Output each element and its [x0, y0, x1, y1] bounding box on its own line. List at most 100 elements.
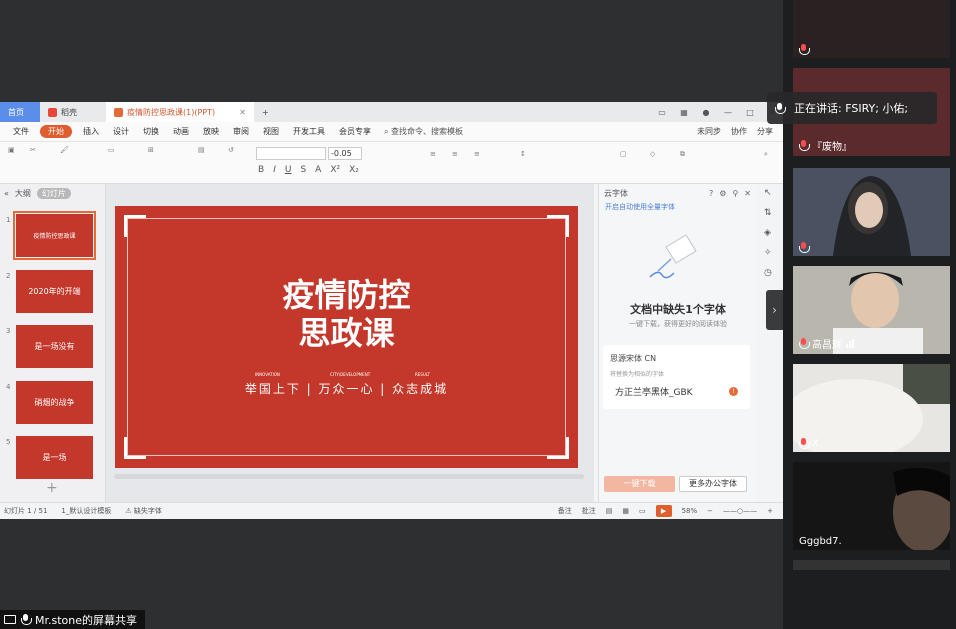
slide-canvas[interactable]: 疫情防控 思政课 INNOVATION CITY/DEVELOPMENT RES… — [106, 184, 594, 502]
reset-icon[interactable]: ↺ — [228, 146, 234, 154]
bold-icon[interactable]: B — [258, 165, 264, 175]
participant-name: Gggbd7. — [799, 536, 842, 547]
menu-transition[interactable]: 切换 — [136, 126, 166, 137]
minimize-icon[interactable]: — — [717, 102, 739, 122]
participant-tile[interactable] — [793, 0, 950, 58]
add-slide-icon[interactable]: + — [46, 480, 58, 496]
slide-thumbnail[interactable]: 是一场没有 — [16, 325, 93, 368]
align-right-icon[interactable]: ≡ — [474, 150, 480, 158]
menu-file[interactable]: 文件 — [6, 126, 36, 137]
format-painter-icon[interactable]: 🖌 — [60, 146, 69, 154]
tab-outline[interactable]: 大纲 — [15, 188, 31, 199]
play-button[interactable]: ▶ — [655, 505, 672, 517]
menu-insert[interactable]: 插入 — [76, 126, 106, 137]
missing-font-status[interactable]: ⚠ 缺失字体 — [125, 506, 162, 516]
adjust-icon[interactable]: ⇅ — [764, 208, 772, 218]
comment-button[interactable]: 批注 — [582, 506, 596, 516]
shape-icon[interactable]: ◇ — [650, 150, 655, 158]
tab-document[interactable]: 疫情防控思政课(1)(PPT) ✕ — [106, 102, 254, 122]
participant-tile[interactable]: Gggbd7. — [793, 462, 950, 550]
normal-view-icon[interactable]: ▤ — [606, 507, 613, 515]
slide-thumbnail[interactable]: 硝烟的战争 — [16, 381, 93, 424]
slideshow-icon[interactable]: ▭ — [108, 146, 115, 154]
share-button[interactable]: 分享 — [757, 126, 773, 137]
superscript-icon[interactable]: X² — [330, 165, 340, 175]
participant-tile[interactable]: X — [793, 364, 950, 452]
new-slide-icon[interactable]: ⊞ — [148, 146, 154, 154]
screen-share-label: Mr.stone的屏幕共享 — [0, 610, 146, 629]
maximize-icon[interactable]: □ — [739, 102, 761, 122]
menu-start[interactable]: 开始 — [40, 125, 72, 138]
menu-design[interactable]: 设计 — [106, 126, 136, 137]
paste-icon[interactable]: ▣ — [8, 146, 15, 154]
pin-icon[interactable]: ⚲ — [732, 189, 738, 198]
avatar-icon[interactable]: ● — [695, 102, 717, 122]
slide-thumbnail[interactable]: 2020年的开端 — [16, 270, 93, 313]
font-size-input[interactable]: -0.05 — [328, 147, 362, 160]
strike-icon[interactable]: S — [300, 165, 306, 175]
command-search[interactable]: ⌕ 查找命令、搜索模板 — [384, 126, 463, 137]
animation-icon[interactable]: ✧ — [764, 248, 772, 258]
reading-view-icon[interactable]: ▭ — [639, 507, 646, 515]
cut-icon[interactable]: ✂ — [30, 146, 36, 154]
settings-icon[interactable]: ⚙ — [719, 189, 726, 198]
align-left-icon[interactable]: ≡ — [430, 150, 436, 158]
arrange-icon[interactable]: ⧉ — [680, 150, 685, 159]
clock-icon[interactable]: ◷ — [764, 268, 772, 278]
textbox-icon[interactable]: ▢ — [620, 150, 627, 158]
help-icon[interactable]: ? — [709, 189, 713, 198]
slide-title: 疫情防控 思政课 — [115, 276, 578, 352]
zoom-slider[interactable]: ——○—— — [723, 507, 757, 515]
menu-slideshow[interactable]: 放映 — [196, 126, 226, 137]
grid-icon[interactable]: ▦ — [673, 102, 695, 122]
participant-tile[interactable] — [793, 168, 950, 256]
underline-icon[interactable]: U — [285, 165, 292, 175]
find-replace-icon[interactable]: ⌕ — [764, 150, 768, 159]
new-tab-button[interactable]: + — [254, 102, 277, 122]
notes-button[interactable]: 备注 — [558, 506, 572, 516]
tab-label: 首页 — [8, 107, 24, 117]
slide-thumbnail[interactable]: 是一场 — [16, 436, 93, 479]
auto-font-link[interactable]: 开启自动使用全量字体 — [599, 202, 756, 212]
window-layout-icon[interactable]: ▭ — [651, 102, 673, 122]
subscript-icon[interactable]: X₂ — [349, 165, 359, 175]
participant-tile[interactable]: 高昌辉 — [793, 266, 950, 354]
close-icon[interactable]: ✕ — [239, 108, 246, 117]
tab-daoke[interactable]: 稻壳 — [40, 102, 106, 122]
zoom-level[interactable]: 58% — [682, 507, 698, 515]
font-color-icon[interactable]: A — [315, 165, 321, 175]
slide-thumbnail[interactable]: 疫情防控思政课 — [13, 211, 96, 260]
missing-font-card[interactable]: 思源宋体 CN 将替换为相似的字体 方正兰亭黑体_GBK ! — [603, 345, 750, 409]
collapse-icon[interactable]: « — [4, 189, 9, 198]
line-spacing-icon[interactable]: ↕ — [520, 150, 526, 158]
collapse-panel-button[interactable]: › — [766, 290, 783, 330]
horizontal-scrollbar[interactable] — [114, 474, 584, 479]
collaborate-button[interactable]: 协作 — [731, 126, 747, 137]
slide[interactable]: 疫情防控 思政课 INNOVATION CITY/DEVELOPMENT RES… — [115, 206, 578, 468]
pane-icons: ? ⚙ ⚲ ✕ — [709, 189, 751, 198]
sync-status[interactable]: 未同步 — [697, 126, 721, 137]
zoom-in-icon[interactable]: + — [767, 507, 773, 515]
shape-tool-icon[interactable]: ◈ — [764, 228, 771, 238]
select-icon[interactable]: ↖ — [764, 188, 772, 198]
italic-icon[interactable]: I — [273, 165, 276, 175]
sorter-view-icon[interactable]: ▦ — [622, 507, 629, 515]
menu-member[interactable]: 会员专享 — [332, 126, 378, 137]
more-fonts-button[interactable]: 更多办公字体 — [679, 476, 747, 492]
menu-devtools[interactable]: 开发工具 — [286, 126, 332, 137]
download-all-button[interactable]: 一键下载 — [604, 476, 675, 492]
tab-home[interactable]: 首页 — [0, 102, 40, 122]
thumb-label: 是一场 — [42, 453, 67, 462]
font-name-input[interactable] — [256, 147, 326, 160]
align-center-icon[interactable]: ≡ — [452, 150, 458, 158]
tab-slides[interactable]: 幻灯片 — [36, 187, 71, 199]
thumb-label: 2020年的开端 — [28, 287, 81, 296]
menu-animation[interactable]: 动画 — [166, 126, 196, 137]
menu-view[interactable]: 视图 — [256, 126, 286, 137]
close-icon[interactable]: ✕ — [744, 189, 751, 198]
menu-review[interactable]: 审阅 — [226, 126, 256, 137]
zoom-out-icon[interactable]: − — [707, 507, 713, 515]
slide-title-line1: 疫情防控 — [282, 276, 411, 314]
layout-icon[interactable]: ▤ — [198, 146, 205, 154]
